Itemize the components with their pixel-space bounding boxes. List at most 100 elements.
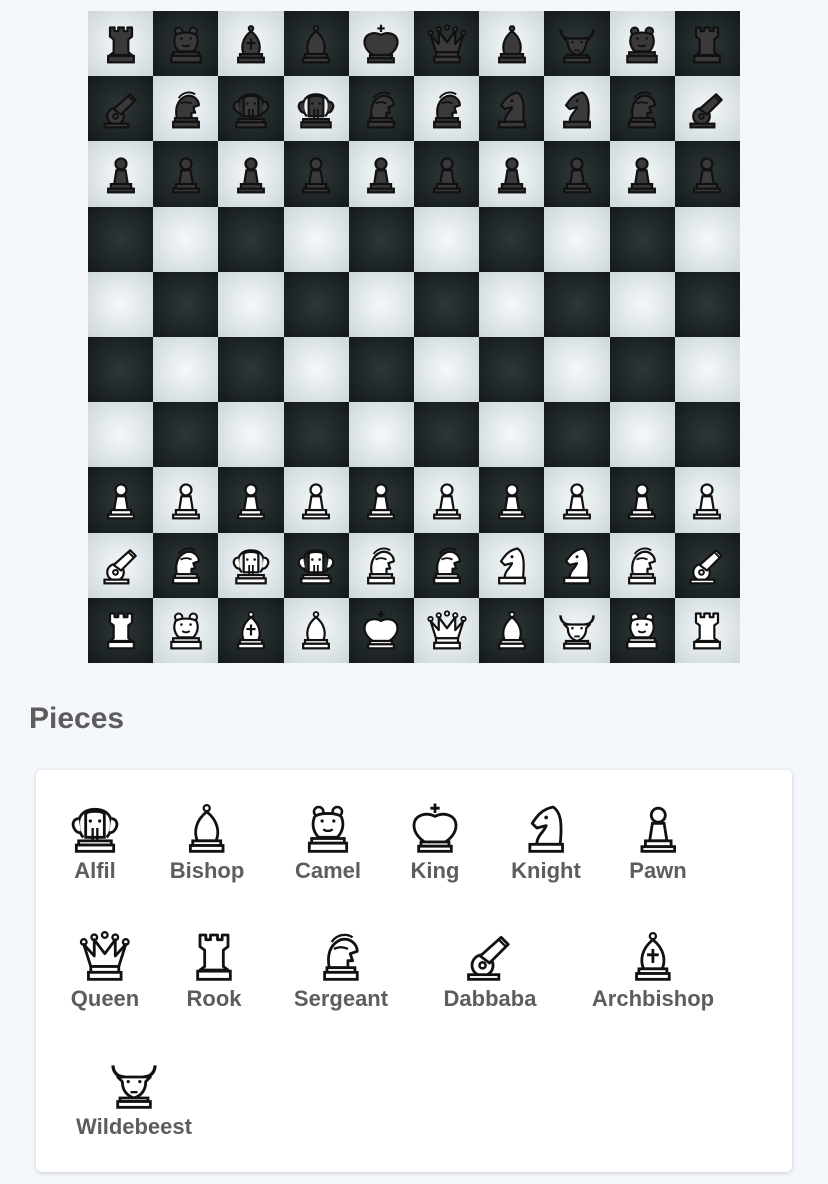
board-square[interactable] bbox=[413, 76, 480, 142]
board-square[interactable] bbox=[479, 271, 545, 337]
board-square[interactable] bbox=[283, 206, 349, 272]
black-pawn-icon[interactable] bbox=[164, 152, 208, 196]
board-square[interactable] bbox=[674, 402, 740, 468]
legend-item-wildebeest[interactable]: Wildebeest bbox=[76, 1056, 192, 1140]
board-square[interactable] bbox=[218, 467, 284, 533]
board-square[interactable] bbox=[283, 141, 349, 207]
board-square[interactable] bbox=[609, 206, 675, 272]
board-square[interactable] bbox=[544, 11, 610, 77]
black-king-icon[interactable] bbox=[359, 22, 403, 66]
board-square[interactable] bbox=[348, 532, 414, 598]
board-square[interactable] bbox=[88, 597, 154, 663]
white-pawn-icon[interactable] bbox=[99, 478, 143, 522]
board-square[interactable] bbox=[348, 336, 414, 403]
white-sergeant-icon[interactable] bbox=[164, 543, 208, 587]
board-square[interactable] bbox=[88, 532, 154, 598]
white-pawn-icon[interactable] bbox=[555, 478, 599, 522]
board-square[interactable] bbox=[413, 271, 480, 337]
white-camel-icon[interactable] bbox=[164, 608, 208, 652]
board-square[interactable] bbox=[153, 597, 219, 663]
board-square[interactable] bbox=[218, 141, 284, 207]
board-square[interactable] bbox=[413, 532, 480, 598]
black-pawn-icon[interactable] bbox=[229, 152, 273, 196]
black-pawn-icon[interactable] bbox=[99, 152, 143, 196]
legend-item-bishop[interactable]: Bishop bbox=[170, 800, 244, 884]
board-square[interactable] bbox=[609, 467, 675, 533]
board-square[interactable] bbox=[283, 336, 349, 403]
board-square[interactable] bbox=[218, 271, 284, 337]
legend-item-queen[interactable]: Queen bbox=[71, 928, 139, 1012]
white-wildebeest-icon[interactable] bbox=[555, 608, 599, 652]
board-square[interactable] bbox=[88, 11, 154, 77]
white-dabbaba-icon[interactable] bbox=[99, 543, 143, 587]
board-square[interactable] bbox=[609, 532, 675, 598]
black-sergeant-icon[interactable] bbox=[359, 87, 403, 131]
board-square[interactable] bbox=[544, 76, 610, 142]
black-alfil-icon[interactable] bbox=[294, 87, 338, 131]
black-rook-icon[interactable] bbox=[99, 22, 143, 66]
black-wildebeest-icon[interactable] bbox=[555, 22, 599, 66]
board-square[interactable] bbox=[283, 467, 349, 533]
board-square[interactable] bbox=[218, 76, 284, 142]
white-bishop-icon[interactable] bbox=[294, 608, 338, 652]
board-square[interactable] bbox=[674, 597, 740, 663]
board-square[interactable] bbox=[88, 206, 154, 272]
board-square[interactable] bbox=[413, 402, 480, 468]
board-square[interactable] bbox=[413, 141, 480, 207]
board-square[interactable] bbox=[674, 467, 740, 533]
black-pawn-icon[interactable] bbox=[490, 152, 534, 196]
board-square[interactable] bbox=[479, 76, 545, 142]
board-square[interactable] bbox=[88, 402, 154, 468]
board-square[interactable] bbox=[88, 467, 154, 533]
board-square[interactable] bbox=[674, 336, 740, 403]
black-bishop-icon[interactable] bbox=[294, 22, 338, 66]
black-pawn-icon[interactable] bbox=[685, 152, 729, 196]
black-pawn-icon[interactable] bbox=[425, 152, 469, 196]
board-square[interactable] bbox=[609, 271, 675, 337]
board-square[interactable] bbox=[413, 11, 480, 77]
board-square[interactable] bbox=[609, 76, 675, 142]
black-pawn-icon[interactable] bbox=[294, 152, 338, 196]
board-square[interactable] bbox=[283, 271, 349, 337]
legend-item-alfil[interactable]: Alfil bbox=[67, 800, 123, 884]
black-archbishop-icon[interactable] bbox=[229, 22, 273, 66]
black-dabbaba-icon[interactable] bbox=[99, 87, 143, 131]
white-pawn-icon[interactable] bbox=[294, 478, 338, 522]
black-camel-icon[interactable] bbox=[620, 22, 664, 66]
board-square[interactable] bbox=[413, 467, 480, 533]
board-square[interactable] bbox=[283, 532, 349, 598]
white-sergeant-icon[interactable] bbox=[620, 543, 664, 587]
board-square[interactable] bbox=[609, 597, 675, 663]
black-bishop-icon[interactable] bbox=[490, 22, 534, 66]
white-queen-icon[interactable] bbox=[425, 608, 469, 652]
board-square[interactable] bbox=[544, 402, 610, 468]
board-square[interactable] bbox=[218, 597, 284, 663]
board-square[interactable] bbox=[544, 597, 610, 663]
legend-item-dabbaba[interactable]: Dabbaba bbox=[444, 928, 536, 1012]
white-pawn-icon[interactable] bbox=[359, 478, 403, 522]
board-square[interactable] bbox=[283, 597, 349, 663]
white-alfil-icon[interactable] bbox=[229, 543, 273, 587]
board-square[interactable] bbox=[674, 271, 740, 337]
white-alfil-icon[interactable] bbox=[294, 543, 338, 587]
white-knight-icon[interactable] bbox=[555, 543, 599, 587]
board-square[interactable] bbox=[153, 467, 219, 533]
board-square[interactable] bbox=[609, 336, 675, 403]
board-square[interactable] bbox=[479, 336, 545, 403]
board-square[interactable] bbox=[544, 532, 610, 598]
board-square[interactable] bbox=[283, 11, 349, 77]
board-square[interactable] bbox=[348, 206, 414, 272]
board-square[interactable] bbox=[348, 597, 414, 663]
legend-item-camel[interactable]: Camel bbox=[295, 800, 361, 884]
legend-item-archbishop[interactable]: Archbishop bbox=[592, 928, 714, 1012]
board-square[interactable] bbox=[479, 11, 545, 77]
board-square[interactable] bbox=[544, 467, 610, 533]
board-square[interactable] bbox=[413, 597, 480, 663]
board-square[interactable] bbox=[674, 76, 740, 142]
board-square[interactable] bbox=[153, 336, 219, 403]
board-square[interactable] bbox=[153, 532, 219, 598]
white-knight-icon[interactable] bbox=[490, 543, 534, 587]
board-square[interactable] bbox=[674, 141, 740, 207]
black-pawn-icon[interactable] bbox=[359, 152, 403, 196]
board-square[interactable] bbox=[674, 206, 740, 272]
